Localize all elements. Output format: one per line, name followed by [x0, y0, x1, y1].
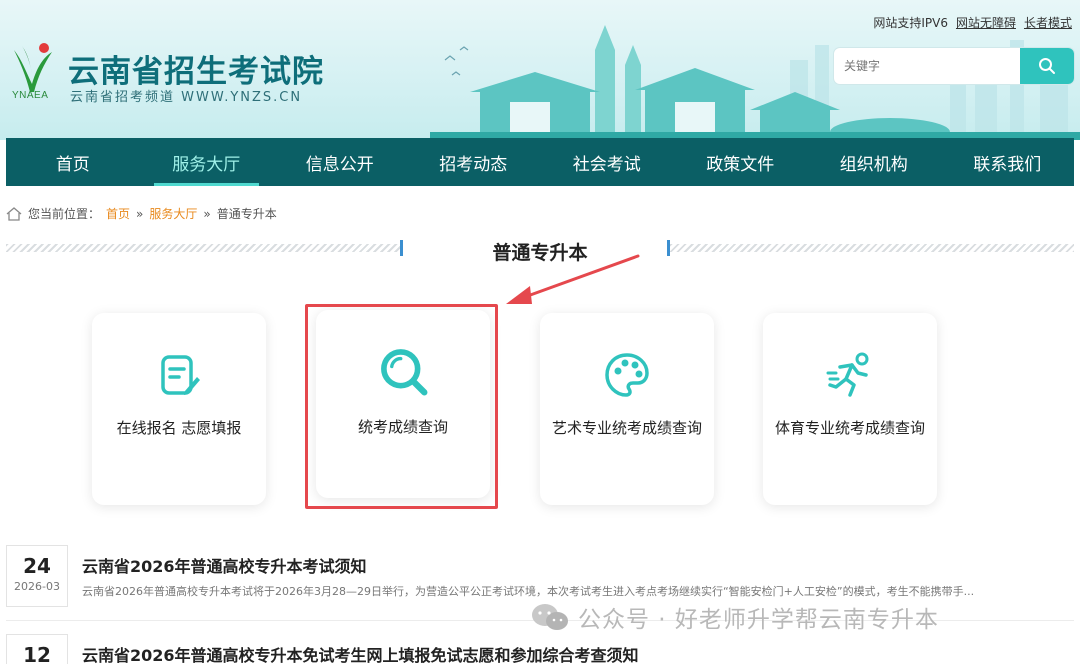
- breadcrumb-current: 普通专升本: [216, 207, 277, 221]
- accessibility-link[interactable]: 网站无障碍: [956, 14, 1016, 31]
- elder-mode-link[interactable]: 长者模式: [1024, 14, 1072, 31]
- ipv6-support-text: 网站支持IPV6: [873, 16, 948, 30]
- watermark: 公众号 · 好老师升学帮云南专升本: [530, 600, 939, 634]
- card-label: 体育专业统考成绩查询: [775, 419, 926, 437]
- search-box: [834, 48, 1074, 84]
- site-title: 云南省招生考试院: [68, 54, 324, 90]
- section-tick-left: [400, 240, 403, 256]
- nav-service-hall[interactable]: 服务大厅: [140, 138, 274, 186]
- card-label: 在线报名 志愿填报: [116, 419, 242, 437]
- breadcrumb-separator: »: [203, 206, 211, 221]
- card-online-registration[interactable]: 在线报名 志愿填报: [92, 313, 266, 505]
- logo-abbreviation: YNAEA: [12, 90, 49, 101]
- red-arrow-annotation: [506, 254, 640, 304]
- nav-exam-news[interactable]: 招考动态: [407, 138, 541, 186]
- main-nav: 首页 服务大厅 信息公开 招考动态 社会考试 政策文件 组织机构 联系我们: [6, 138, 1074, 186]
- nav-policy-docs[interactable]: 政策文件: [674, 138, 808, 186]
- nav-social-exams[interactable]: 社会考试: [540, 138, 674, 186]
- news-item[interactable]: 12 云南省2026年普通高校专升本免试考生网上填报免试志愿和参加综合考查须知: [6, 634, 1076, 664]
- section-divider-left: [6, 244, 402, 252]
- breadcrumb-prefix: 您当前位置：: [28, 207, 101, 221]
- nav-home[interactable]: 首页: [6, 138, 140, 186]
- section-divider-right: [670, 244, 1074, 252]
- highlight-box: [305, 304, 498, 509]
- breadcrumb-separator: »: [136, 206, 144, 221]
- site-subtitle: 云南省招考频道 WWW.YNZS.CN: [70, 90, 303, 105]
- card-art-score-query[interactable]: 艺术专业统考成绩查询: [540, 313, 714, 505]
- home-icon: [6, 206, 22, 221]
- card-sports-score-query[interactable]: 体育专业统考成绩查询: [763, 313, 937, 505]
- breadcrumb: 您当前位置： 首页 » 服务大厅 » 普通专升本: [6, 205, 277, 222]
- wechat-icon: [532, 604, 568, 630]
- runner-icon: [826, 352, 869, 397]
- news-day: 24: [23, 554, 51, 578]
- search-button[interactable]: [1020, 48, 1074, 84]
- card-label: 艺术专业统考成绩查询: [552, 419, 703, 437]
- search-icon: [1039, 58, 1055, 74]
- news-day: 12: [23, 643, 51, 664]
- news-title[interactable]: 云南省2026年普通高校专升本免试考生网上填报免试志愿和参加综合考查须知: [82, 642, 639, 664]
- nav-organization[interactable]: 组织机构: [807, 138, 941, 186]
- site-header: YNAEA 云南省招生考试院 云南省招考频道 WWW.YNZS.CN 网站支持I…: [0, 0, 1080, 140]
- breadcrumb-home[interactable]: 首页: [106, 205, 130, 222]
- search-input[interactable]: [834, 48, 1020, 84]
- nav-info-disclosure[interactable]: 信息公开: [273, 138, 407, 186]
- breadcrumb-service-hall[interactable]: 服务大厅: [149, 205, 197, 222]
- news-summary: 云南省2026年普通高校专升本考试将于2026年3月28—29日举行，为营造公平…: [82, 585, 975, 598]
- palette-icon: [605, 353, 649, 397]
- news-year-month: 2026-03: [14, 580, 60, 593]
- news-date: 24 2026-03: [6, 545, 68, 607]
- watermark-text: 公众号 · 好老师升学帮云南专升本: [578, 607, 939, 633]
- form-edit-icon: [161, 355, 200, 395]
- news-title[interactable]: 云南省2026年普通高校专升本考试须知: [82, 553, 367, 577]
- top-links: 网站支持IPV6 网站无障碍 长者模式: [873, 14, 1072, 31]
- nav-contact[interactable]: 联系我们: [941, 138, 1075, 186]
- news-date: 12: [6, 634, 68, 664]
